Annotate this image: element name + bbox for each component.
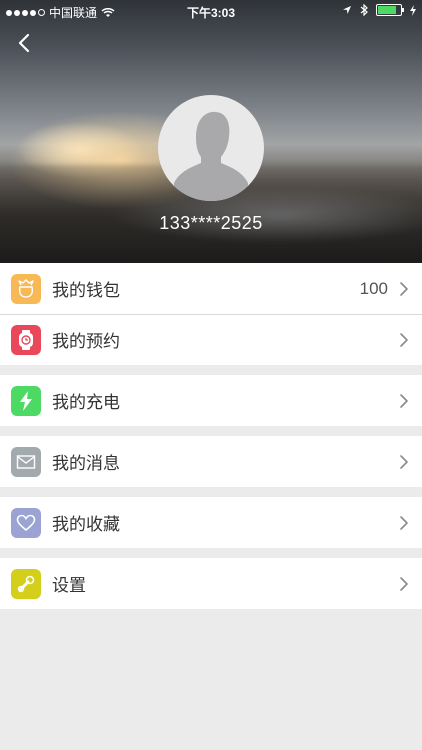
- avatar[interactable]: [158, 95, 264, 201]
- user-silhouette-icon: [174, 111, 248, 201]
- menu-item-messages-label: 我的消息: [52, 454, 120, 473]
- menu-item-wallet[interactable]: 我的钱包 100: [0, 263, 422, 314]
- menu-group-wallet-booking: 我的钱包 100 我的预约: [0, 263, 422, 365]
- user-phone-number: 133****2525: [159, 213, 263, 233]
- wrench-icon: [11, 568, 41, 599]
- bluetooth-icon: [360, 4, 368, 16]
- watch-icon: [11, 324, 41, 355]
- menu-item-charge[interactable]: 我的充电: [0, 375, 422, 426]
- menu-group-favorites: 我的收藏: [0, 497, 422, 548]
- profile-header: 中国联通 下午3:03 133****2525: [0, 0, 422, 263]
- menu-group-charge: 我的充电: [0, 375, 422, 426]
- menu-item-charge-label: 我的充电: [52, 393, 120, 412]
- wallet-icon: [11, 273, 41, 304]
- charging-bolt-icon: [410, 4, 416, 16]
- chevron-right-icon: [400, 393, 408, 408]
- heart-icon: [11, 507, 41, 538]
- menu-item-wallet-label: 我的钱包: [52, 281, 120, 300]
- chevron-right-icon: [400, 332, 408, 347]
- chevron-right-icon: [400, 454, 408, 469]
- status-bar: 中国联通 下午3:03: [0, 0, 422, 22]
- wallet-balance: 100: [359, 278, 388, 298]
- menu-item-messages[interactable]: 我的消息: [0, 436, 422, 487]
- menu-item-settings[interactable]: 设置: [0, 558, 422, 609]
- lightning-icon: [11, 385, 41, 416]
- menu-item-favorites[interactable]: 我的收藏: [0, 497, 422, 548]
- chevron-right-icon: [400, 515, 408, 530]
- chevron-right-icon: [400, 281, 408, 296]
- menu-item-booking[interactable]: 我的预约: [0, 314, 422, 365]
- chevron-right-icon: [400, 576, 408, 591]
- envelope-icon: [11, 446, 41, 477]
- menu-item-settings-label: 设置: [52, 576, 86, 595]
- back-button[interactable]: [14, 32, 36, 54]
- location-arrow-icon: [343, 6, 351, 14]
- menu-item-booking-label: 我的预约: [52, 332, 120, 351]
- menu-group-messages: 我的消息: [0, 436, 422, 487]
- chevron-left-icon: [18, 33, 30, 53]
- battery-icon: [376, 4, 404, 16]
- menu-group-settings: 设置: [0, 558, 422, 609]
- menu-item-favorites-label: 我的收藏: [52, 515, 120, 534]
